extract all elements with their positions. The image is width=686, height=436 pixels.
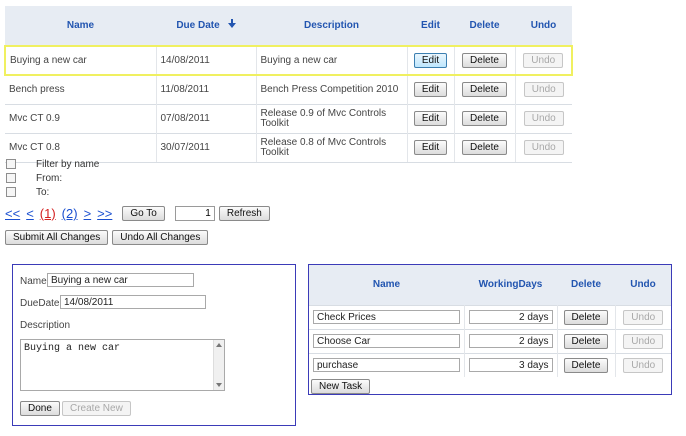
name-field[interactable] [47,273,194,287]
page-2-link[interactable]: (2) [62,206,78,221]
task-delete-column-header: Delete [557,265,615,305]
scroll-down-icon[interactable] [216,383,222,387]
edit-button[interactable]: Edit [413,53,448,68]
task-row: Delete Undo [309,304,671,329]
table-row: Buying a new car 14/08/2011 Buying a new… [4,45,573,76]
last-page-link[interactable]: >> [97,206,112,221]
edit-button[interactable]: Edit [413,111,448,126]
task-name-input[interactable] [313,358,460,373]
to-checkbox[interactable] [6,187,16,197]
undo-button: Undo [523,111,564,126]
tasks-header-row: Name WorkingDays Delete Undo [309,265,671,305]
due-date-column-header[interactable]: Due Date [156,6,256,46]
row-due-date: 07/08/2011 [156,103,257,133]
row-description: Release 0.8 of Mvc Controls Toolkit [256,132,408,163]
new-task-button[interactable]: New Task [311,379,371,394]
go-to-button[interactable]: Go To [122,206,165,221]
due-date-label: DueDate [20,298,60,309]
delete-button[interactable]: Delete [462,111,507,126]
undo-column-header: Undo [515,6,572,46]
task-undo-button: Undo [623,333,664,349]
due-date-field[interactable] [60,295,206,309]
description-label: Description [20,320,71,331]
delete-button[interactable]: Delete [462,140,507,155]
undo-button: Undo [523,53,564,68]
name-label: Name [20,276,47,287]
task-undo-button: Undo [623,357,664,373]
working-days-column-header: WorkingDays [464,265,557,305]
filter-section: Filter by name From: To: [6,157,99,199]
undo-all-changes-button[interactable]: Undo All Changes [112,230,209,245]
textarea-scrollbar[interactable] [213,340,224,390]
todo-grid: Name Due Date Description Edit Delete Un… [4,6,573,163]
row-name: Buying a new car [4,45,157,76]
row-due-date: 14/08/2011 [156,45,257,76]
first-page-link[interactable]: << [5,206,20,221]
working-days-input[interactable] [468,334,553,348]
task-delete-button[interactable]: Delete [563,357,609,373]
create-new-button: Create New [62,401,131,416]
from-label: From: [36,172,63,184]
filter-by-name-label: Filter by name [36,158,100,170]
done-button[interactable]: Done [20,401,60,416]
table-row: Mvc CT 0.9 07/08/2011 Release 0.9 of Mvc… [5,103,572,133]
go-to-page-input[interactable] [174,206,215,221]
description-column-header[interactable]: Description [256,6,407,46]
working-days-input[interactable] [468,358,553,373]
sort-down-arrow-icon[interactable] [227,19,236,32]
edit-column-header: Edit [407,6,454,46]
table-row: Bench press 11/08/2011 Bench Press Compe… [5,74,572,104]
row-name: Bench press [5,74,157,104]
global-actions: Submit All Changes Undo All Changes [5,230,209,245]
row-name: Mvc CT 0.9 [5,103,157,133]
task-name-input[interactable] [313,310,460,324]
row-due-date: 11/08/2011 [156,74,257,104]
edit-button[interactable]: Edit [413,82,448,98]
delete-button[interactable]: Delete [462,53,507,68]
task-undo-button: Undo [623,309,664,325]
undo-button: Undo [523,140,564,155]
working-days-input[interactable] [468,310,553,324]
refresh-button[interactable]: Refresh [218,206,270,221]
task-name-column-header: Name [309,265,464,305]
row-description: Release 0.9 of Mvc Controls Toolkit [256,103,408,133]
from-checkbox[interactable] [6,173,16,183]
task-undo-column-header: Undo [615,265,671,305]
pager: << < (1) (2) > >> Go To Refresh [5,206,270,221]
due-date-header-label: Due Date [176,20,220,32]
tasks-table: Name WorkingDays Delete Undo Delete Undo… [309,265,671,377]
delete-column-header: Delete [454,6,515,46]
submit-all-changes-button[interactable]: Submit All Changes [5,230,109,245]
prev-page-link[interactable]: < [26,206,34,221]
name-column-header[interactable]: Name [5,6,156,46]
task-delete-button[interactable]: Delete [563,309,609,325]
task-delete-button[interactable]: Delete [563,333,609,349]
row-due-date: 30/07/2011 [156,132,257,163]
description-text: Buying a new car [24,343,121,354]
scroll-up-icon[interactable] [216,343,222,347]
task-row: Delete Undo [309,328,671,353]
next-page-link[interactable]: > [84,206,92,221]
task-row: Delete Undo [309,352,671,377]
to-label: To: [36,186,50,198]
row-description: Bench Press Competition 2010 [256,74,408,104]
task-name-input[interactable] [313,334,460,348]
undo-button: Undo [523,82,564,98]
filter-by-name-checkbox[interactable] [6,159,16,169]
row-description: Buying a new car [256,45,408,76]
edit-button[interactable]: Edit [413,140,448,155]
delete-button[interactable]: Delete [462,82,507,98]
detail-form-panel: Name DueDate Description Buying a new ca… [12,264,296,426]
grid-header-row: Name Due Date Description Edit Delete Un… [5,6,572,46]
tasks-panel: Name WorkingDays Delete Undo Delete Undo… [308,264,672,395]
description-textarea[interactable]: Buying a new car [20,339,225,391]
page-1-link[interactable]: (1) [40,206,56,221]
